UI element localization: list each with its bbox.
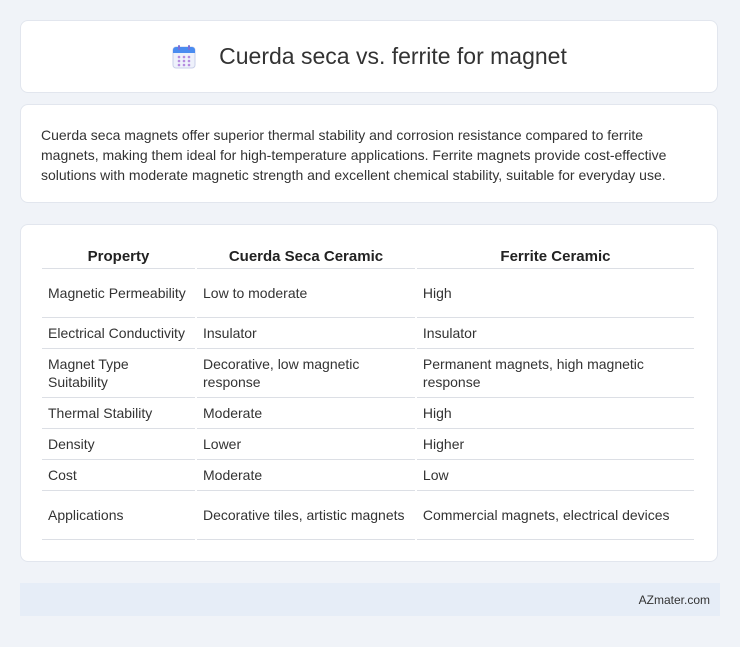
table-cell: Electrical Conductivity — [42, 318, 195, 349]
table-cell: Moderate — [197, 398, 415, 429]
table-header-row: Property Cuerda Seca Ceramic Ferrite Cer… — [42, 245, 694, 269]
table-cell: Decorative, low magnetic response — [197, 349, 415, 398]
table-cell: Low to moderate — [197, 269, 415, 318]
intro-text: Cuerda seca magnets offer superior therm… — [41, 127, 667, 183]
table-row: Magnet Type Suitability Decorative, low … — [42, 349, 694, 398]
table-cell: High — [416, 269, 694, 318]
column-header-property: Property — [42, 245, 195, 269]
table-row: Cost Moderate Low — [42, 460, 694, 491]
table-row: Thermal Stability Moderate High — [42, 398, 694, 429]
table-cell: High — [416, 398, 694, 429]
footer: AZmater.com — [20, 583, 720, 616]
table-cell: Applications — [42, 491, 195, 540]
table-cell: Permanent magnets, high magnetic respons… — [416, 349, 694, 398]
table-cell: Cost — [42, 460, 195, 491]
table-row: Magnetic Permeability Low to moderate Hi… — [42, 269, 694, 318]
table-row: Applications Decorative tiles, artistic … — [42, 491, 694, 540]
comparison-table: Property Cuerda Seca Ceramic Ferrite Cer… — [40, 245, 696, 540]
table-cell: Density — [42, 429, 195, 460]
table-cell: Magnetic Permeability — [42, 269, 195, 318]
calendar-icon — [171, 44, 197, 70]
table-cell: Low — [416, 460, 694, 491]
table-cell: Thermal Stability — [42, 398, 195, 429]
table-cell: Insulator — [197, 318, 415, 349]
table-row: Density Lower Higher — [42, 429, 694, 460]
table-row: Electrical Conductivity Insulator Insula… — [42, 318, 694, 349]
title-card: Cuerda seca vs. ferrite for magnet — [20, 20, 718, 93]
table-cell: Moderate — [197, 460, 415, 491]
page-title: Cuerda seca vs. ferrite for magnet — [219, 43, 567, 69]
footer-site-name: AZmater.com — [638, 592, 710, 607]
table-cell: Lower — [197, 429, 415, 460]
column-header-cuerda-seca: Cuerda Seca Ceramic — [197, 245, 415, 269]
table-cell: Commercial magnets, electrical devices — [416, 491, 694, 540]
comparison-table-card: Property Cuerda Seca Ceramic Ferrite Cer… — [20, 224, 718, 562]
table-cell: Higher — [416, 429, 694, 460]
intro-card: Cuerda seca magnets offer superior therm… — [20, 104, 718, 203]
table-cell: Magnet Type Suitability — [42, 349, 195, 398]
column-header-ferrite: Ferrite Ceramic — [416, 245, 694, 269]
table-cell: Decorative tiles, artistic magnets — [197, 491, 415, 540]
table-cell: Insulator — [416, 318, 694, 349]
